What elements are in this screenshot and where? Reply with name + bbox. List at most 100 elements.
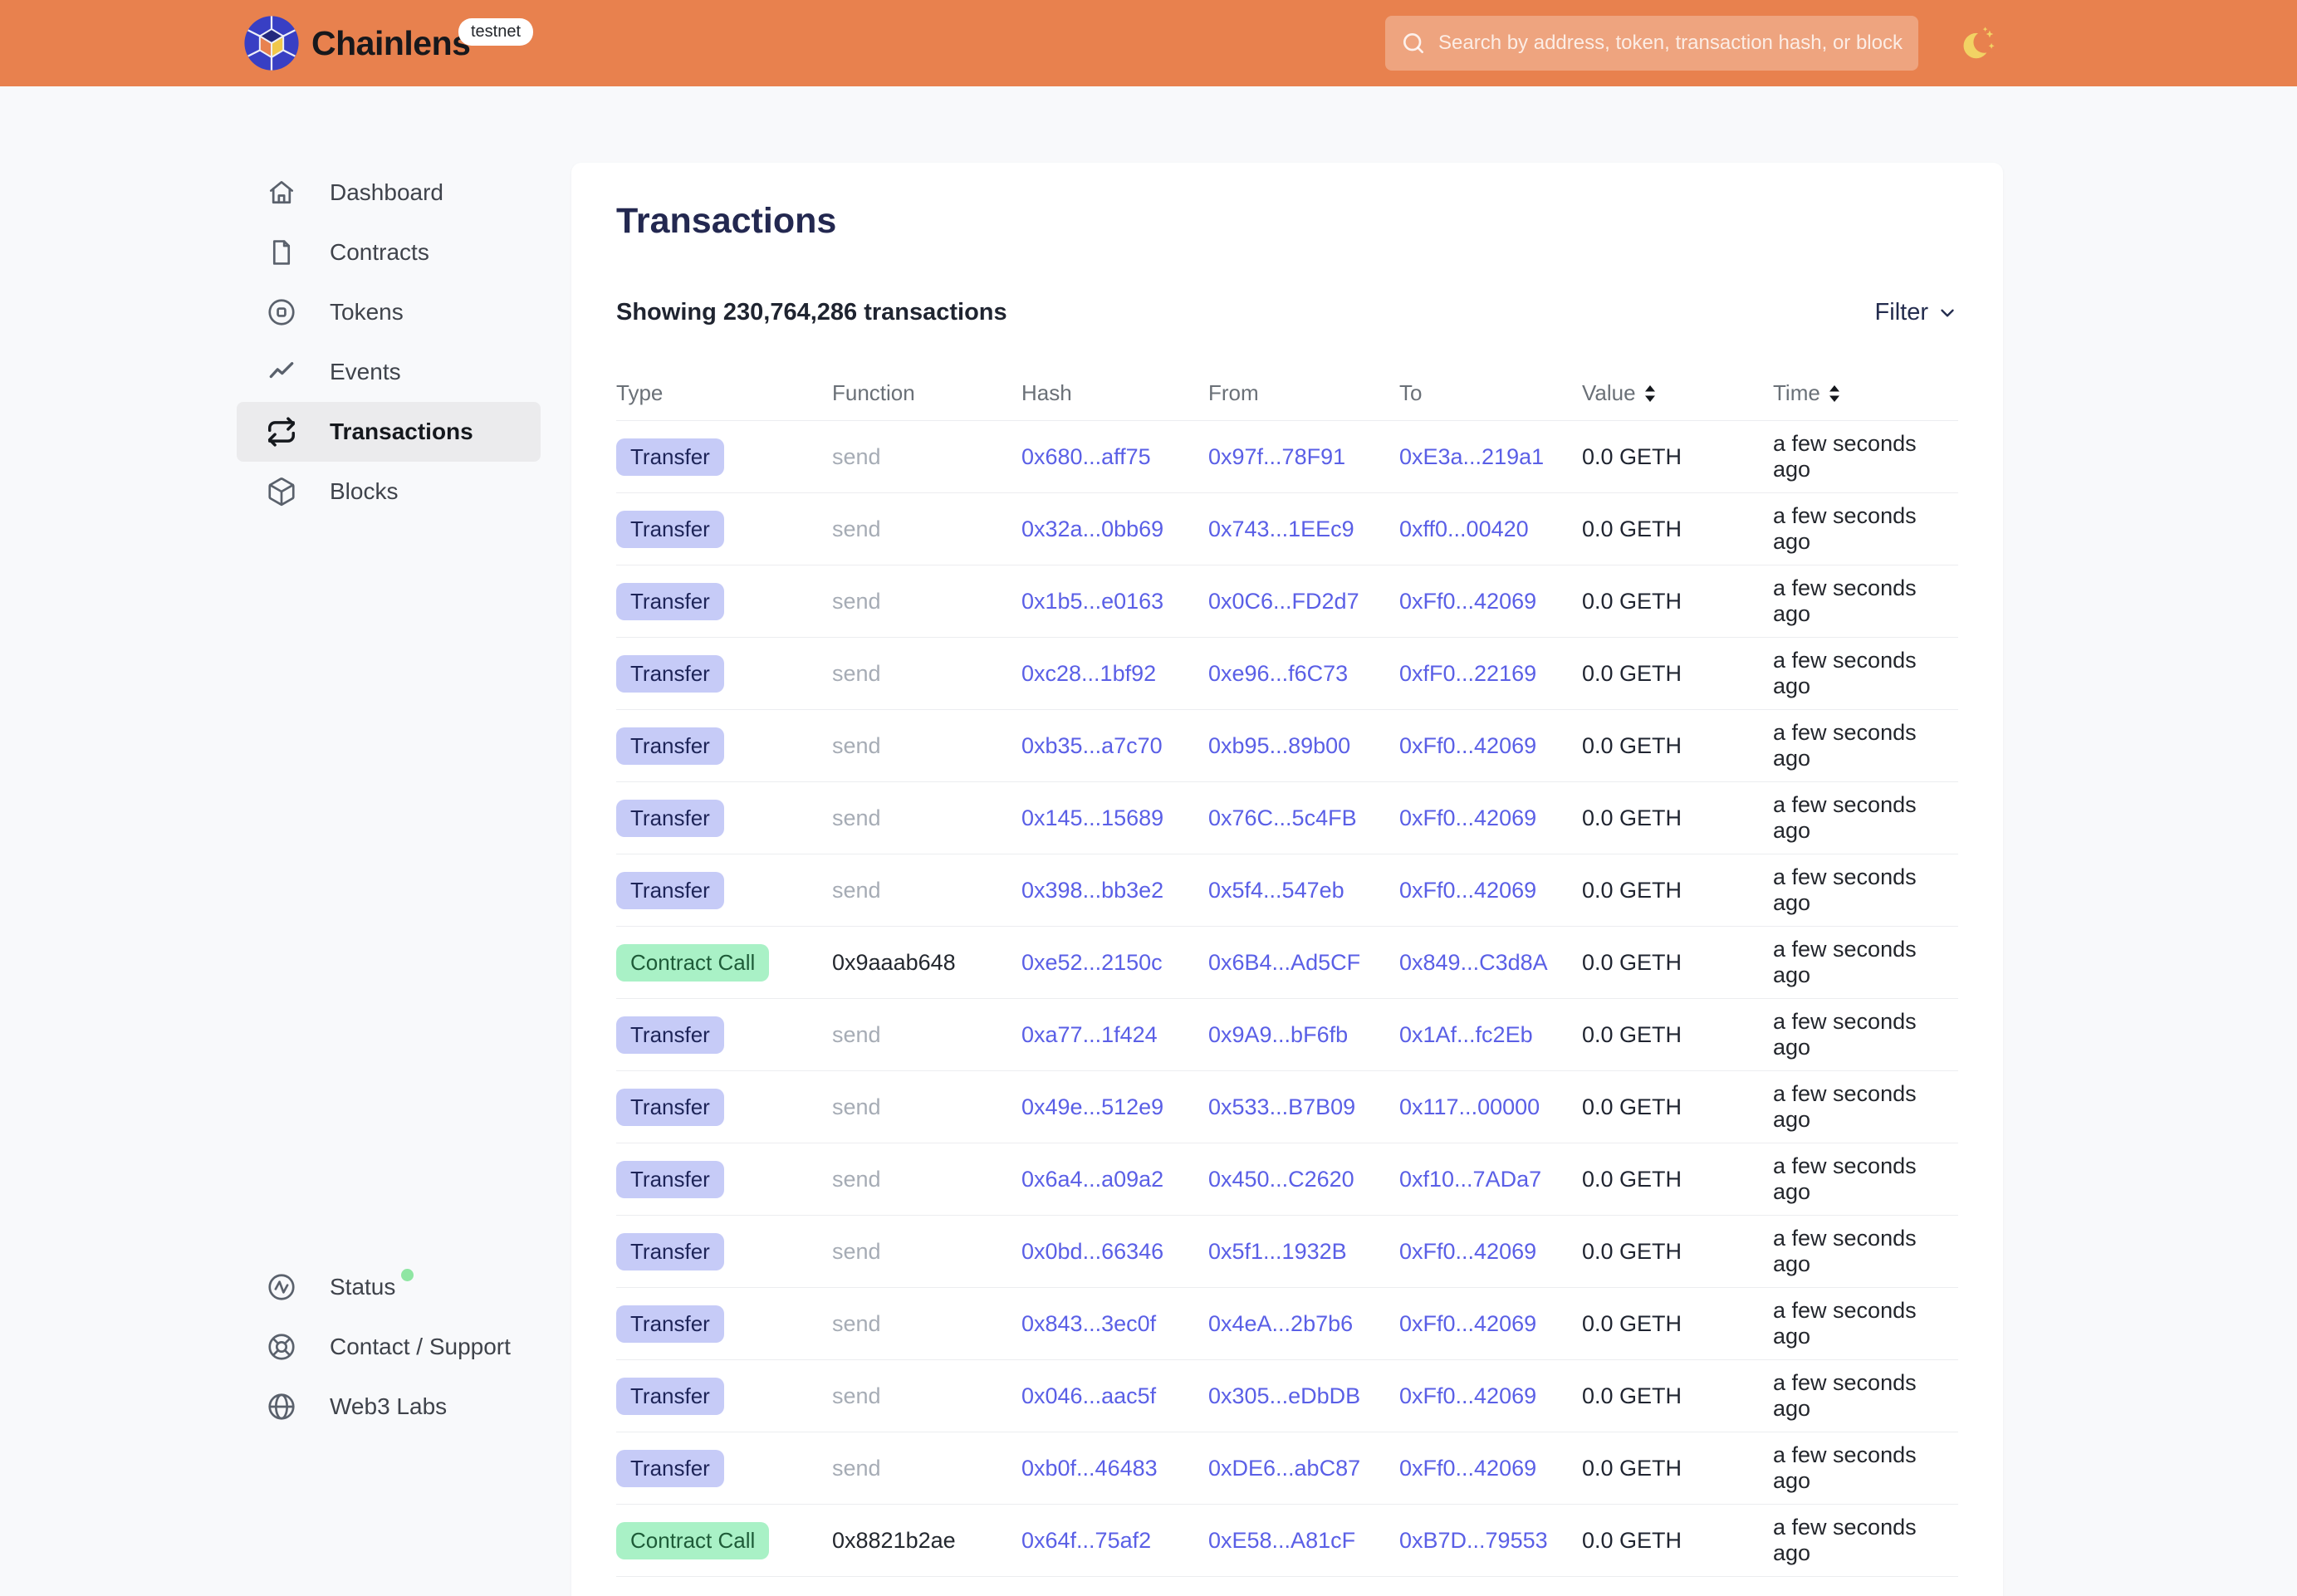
to-link[interactable]: 0xFf0...42069 xyxy=(1399,1239,1536,1264)
to-link[interactable]: 0xFf0...42069 xyxy=(1399,1456,1536,1481)
sidebar-item-label: Web3 Labs xyxy=(330,1393,447,1420)
sort-value-icon[interactable] xyxy=(1643,383,1658,404)
document-icon xyxy=(265,236,298,269)
hash-link[interactable]: 0x32a...0bb69 xyxy=(1021,516,1163,541)
table-row: Transfer send 0x32a...0bb69 0x743...1EEc… xyxy=(616,493,1958,565)
hash-link[interactable]: 0x843...3ec0f xyxy=(1021,1311,1156,1336)
value-cell: 0.0 GETH xyxy=(1582,1456,1773,1481)
from-link[interactable]: 0x450...C2620 xyxy=(1208,1167,1354,1192)
sidebar-item-contracts[interactable]: Contracts xyxy=(237,223,541,282)
status-healthy-dot xyxy=(401,1269,414,1281)
from-link[interactable]: 0x4eA...2b7b6 xyxy=(1208,1311,1353,1336)
to-link[interactable]: 0xFf0...42069 xyxy=(1399,805,1536,830)
hash-link[interactable]: 0xc28...1bf92 xyxy=(1021,661,1156,686)
to-link[interactable]: 0xFf0...42069 xyxy=(1399,1383,1536,1408)
to-link[interactable]: 0xff0...00420 xyxy=(1399,516,1529,541)
repeat-icon xyxy=(265,415,298,448)
value-cell: 0.0 GETH xyxy=(1582,516,1773,542)
from-link[interactable]: 0x5f4...547eb xyxy=(1208,878,1344,903)
type-badge: Transfer xyxy=(616,1305,724,1343)
function-cell: send xyxy=(832,661,1021,687)
to-link[interactable]: 0xE3a...219a1 xyxy=(1399,444,1544,469)
value-cell: 0.0 GETH xyxy=(1582,878,1773,903)
time-cell: a few seconds ago xyxy=(1773,1370,1958,1422)
from-link[interactable]: 0xb95...89b00 xyxy=(1208,733,1350,758)
table-row: Transfer send 0x843...3ec0f 0x4eA...2b7b… xyxy=(616,1288,1958,1360)
from-link[interactable]: 0x9A9...bF6fb xyxy=(1208,1022,1348,1047)
hash-link[interactable]: 0x046...aac5f xyxy=(1021,1383,1156,1408)
search-input[interactable] xyxy=(1438,32,1903,55)
to-link[interactable]: 0x1Af...fc2Eb xyxy=(1399,1022,1533,1047)
network-badge: testnet xyxy=(458,18,533,46)
column-header-from: From xyxy=(1208,380,1399,406)
hash-link[interactable]: 0x145...15689 xyxy=(1021,805,1163,830)
sidebar-item-web3-labs[interactable]: Web3 Labs xyxy=(237,1377,541,1437)
type-badge: Transfer xyxy=(616,1450,724,1487)
to-link[interactable]: 0xB7D...79553 xyxy=(1399,1528,1548,1553)
to-link[interactable]: 0xf10...7ADa7 xyxy=(1399,1167,1541,1192)
hash-link[interactable]: 0x398...bb3e2 xyxy=(1021,878,1163,903)
filter-button[interactable]: Filter xyxy=(1875,299,1958,326)
column-header-time[interactable]: Time xyxy=(1773,380,1958,406)
hash-link[interactable]: 0x49e...512e9 xyxy=(1021,1094,1163,1119)
to-link[interactable]: 0x849...C3d8A xyxy=(1399,950,1548,975)
to-link[interactable]: 0xFf0...42069 xyxy=(1399,878,1536,903)
from-link[interactable]: 0xDE6...abC87 xyxy=(1208,1456,1360,1481)
sidebar-item-transactions[interactable]: Transactions xyxy=(237,402,541,462)
from-link[interactable]: 0x0C6...FD2d7 xyxy=(1208,589,1359,614)
trend-icon xyxy=(265,355,298,389)
hash-link[interactable]: 0xe52...2150c xyxy=(1021,950,1163,975)
hash-link[interactable]: 0x680...aff75 xyxy=(1021,444,1151,469)
sidebar-item-status[interactable]: Status xyxy=(237,1257,541,1317)
type-badge: Transfer xyxy=(616,1016,724,1054)
sidebar-item-label: Status xyxy=(330,1274,395,1300)
to-link[interactable]: 0xfF0...22169 xyxy=(1399,661,1536,686)
sidebar-item-events[interactable]: Events xyxy=(237,342,541,402)
from-link[interactable]: 0x5f1...1932B xyxy=(1208,1239,1347,1264)
table-row: Transfer send 0x0bd...66346 0x5f1...1932… xyxy=(616,1216,1958,1288)
from-link[interactable]: 0xe96...f6C73 xyxy=(1208,661,1348,686)
brand-home-link[interactable]: Chainlens xyxy=(243,0,470,86)
type-badge: Transfer xyxy=(616,655,724,693)
table-row: Contract Call 0x8821b2ae 0x64f...75af2 0… xyxy=(616,1505,1958,1577)
time-cell: a few seconds ago xyxy=(1773,1009,1958,1060)
moon-icon[interactable] xyxy=(1958,23,2001,66)
search-icon xyxy=(1400,30,1427,56)
value-cell: 0.0 GETH xyxy=(1582,1528,1773,1554)
hash-link[interactable]: 0xb35...a7c70 xyxy=(1021,733,1163,758)
hash-link[interactable]: 0xb0f...46483 xyxy=(1021,1456,1158,1481)
value-cell: 0.0 GETH xyxy=(1582,805,1773,831)
sidebar-item-blocks[interactable]: Blocks xyxy=(237,462,541,521)
sort-time-icon[interactable] xyxy=(1827,383,1842,404)
from-link[interactable]: 0x97f...78F91 xyxy=(1208,444,1345,469)
from-link[interactable]: 0x6B4...Ad5CF xyxy=(1208,950,1360,975)
value-cell: 0.0 GETH xyxy=(1582,661,1773,687)
value-cell: 0.0 GETH xyxy=(1582,589,1773,614)
value-cell: 0.0 GETH xyxy=(1582,444,1773,470)
hash-link[interactable]: 0xa77...1f424 xyxy=(1021,1022,1158,1047)
sidebar-item-contact-support[interactable]: Contact / Support xyxy=(237,1317,541,1377)
filter-label: Filter xyxy=(1875,299,1928,326)
from-link[interactable]: 0x76C...5c4FB xyxy=(1208,805,1357,830)
global-search[interactable] xyxy=(1385,16,1918,71)
sidebar-item-dashboard[interactable]: Dashboard xyxy=(237,163,541,223)
hash-link[interactable]: 0x6a4...a09a2 xyxy=(1021,1167,1163,1192)
to-link[interactable]: 0xFf0...42069 xyxy=(1399,733,1536,758)
from-link[interactable]: 0x743...1EEc9 xyxy=(1208,516,1354,541)
column-header-value[interactable]: Value xyxy=(1582,380,1773,406)
to-link[interactable]: 0x117...00000 xyxy=(1399,1094,1540,1119)
to-link[interactable]: 0xFf0...42069 xyxy=(1399,1311,1536,1336)
from-link[interactable]: 0x533...B7B09 xyxy=(1208,1094,1355,1119)
hash-link[interactable]: 0x64f...75af2 xyxy=(1021,1528,1151,1553)
sidebar-item-tokens[interactable]: Tokens xyxy=(237,282,541,342)
hash-link[interactable]: 0x0bd...66346 xyxy=(1021,1239,1163,1264)
from-link[interactable]: 0x305...eDbDB xyxy=(1208,1383,1360,1408)
sidebar-item-label: Contact / Support xyxy=(330,1334,511,1360)
to-link[interactable]: 0xFf0...42069 xyxy=(1399,589,1536,614)
sidebar-item-label: Transactions xyxy=(330,419,473,445)
sidebar-footer: Status Contact / Support Web3 Labs xyxy=(237,1257,541,1437)
from-link[interactable]: 0xE58...A81cF xyxy=(1208,1528,1355,1553)
globe-icon xyxy=(265,1390,298,1423)
activity-icon xyxy=(265,1270,298,1304)
hash-link[interactable]: 0x1b5...e0163 xyxy=(1021,589,1163,614)
